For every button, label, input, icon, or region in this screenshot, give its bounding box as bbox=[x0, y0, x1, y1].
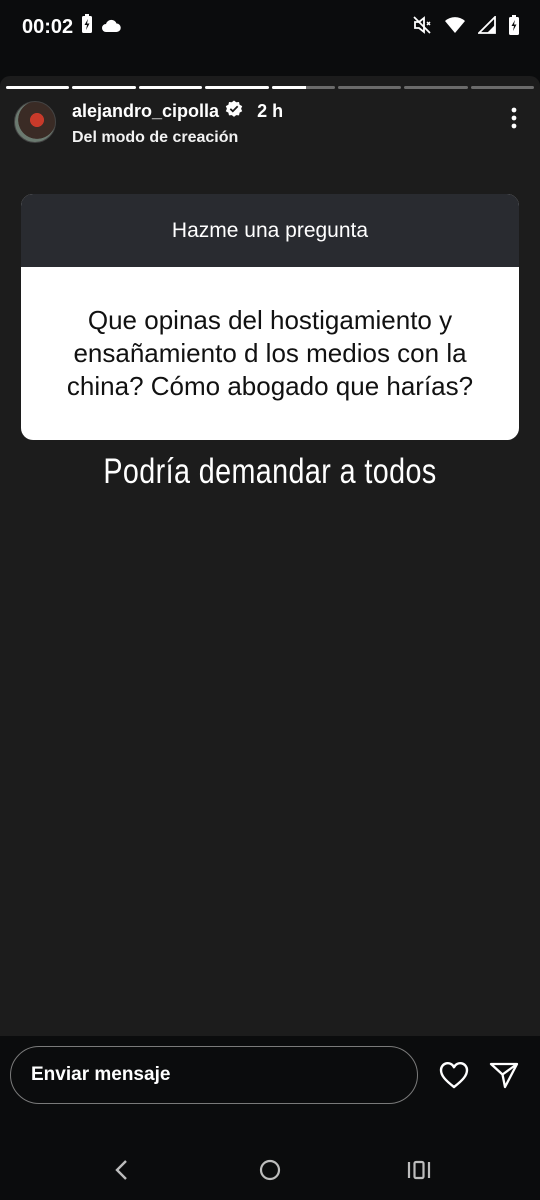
share-button[interactable] bbox=[488, 1060, 520, 1090]
signal-icon bbox=[476, 14, 496, 39]
more-options-button[interactable] bbox=[502, 100, 526, 140]
story-author: alejandro_cipolla 2 h Del modo de creaci… bbox=[72, 100, 283, 147]
story-progress-segment bbox=[271, 86, 335, 89]
battery-icon bbox=[508, 14, 520, 41]
home-button[interactable] bbox=[258, 1158, 282, 1182]
battery-saver-icon bbox=[81, 14, 93, 40]
back-icon bbox=[110, 1160, 132, 1186]
story-header: alejandro_cipolla 2 h Del modo de creaci… bbox=[14, 100, 526, 148]
reply-bar: Enviar mensaje bbox=[0, 1036, 540, 1136]
status-time: 00:02 bbox=[22, 15, 74, 38]
more-vertical-icon bbox=[511, 107, 517, 134]
send-icon bbox=[488, 1062, 520, 1094]
story-progress-segment bbox=[138, 86, 203, 89]
cloud-icon bbox=[101, 16, 121, 39]
question-text: Que opinas del hostigamiento y ensañamie… bbox=[66, 305, 474, 401]
story-progress-segment bbox=[404, 86, 468, 89]
story-progress-segment bbox=[470, 86, 534, 89]
status-bar: 00:02 bbox=[0, 0, 540, 54]
story-subtitle[interactable]: Del modo de creación bbox=[72, 129, 283, 147]
story-viewer[interactable]: alejandro_cipolla 2 h Del modo de creaci… bbox=[0, 76, 540, 1036]
question-sticker-header: Hazme una pregunta bbox=[21, 194, 519, 267]
story-progress-fill bbox=[271, 86, 307, 89]
send-message-placeholder: Enviar mensaje bbox=[31, 1064, 171, 1085]
avatar[interactable] bbox=[14, 101, 56, 143]
username[interactable]: alejandro_cipolla bbox=[72, 101, 219, 122]
story-progress-bar bbox=[6, 86, 534, 89]
back-button[interactable] bbox=[110, 1158, 132, 1182]
story-progress-fill bbox=[72, 86, 136, 89]
answer-text: Podría demandar a todos bbox=[103, 452, 437, 491]
system-nav-bar bbox=[0, 1140, 540, 1200]
story-progress-segment bbox=[72, 86, 136, 89]
story-progress-fill bbox=[205, 86, 269, 89]
status-right bbox=[412, 14, 520, 41]
status-left: 00:02 bbox=[22, 14, 121, 40]
question-sticker: Hazme una pregunta Que opinas del hostig… bbox=[21, 194, 519, 440]
heart-icon bbox=[438, 1062, 470, 1094]
like-button[interactable] bbox=[438, 1060, 470, 1090]
story-time: 2 h bbox=[257, 101, 284, 121]
story-progress-fill bbox=[6, 86, 70, 89]
story-progress-segment bbox=[337, 86, 402, 89]
recents-button[interactable] bbox=[406, 1160, 432, 1180]
recents-icon bbox=[406, 1160, 432, 1184]
story-progress-fill bbox=[138, 86, 203, 89]
mute-icon bbox=[412, 15, 432, 40]
home-icon bbox=[258, 1159, 282, 1186]
story-progress-segment bbox=[205, 86, 269, 89]
author-line: alejandro_cipolla 2 h bbox=[72, 100, 283, 123]
wifi-icon bbox=[444, 16, 466, 39]
send-message-input[interactable]: Enviar mensaje bbox=[10, 1046, 418, 1104]
verified-badge-icon bbox=[225, 100, 243, 123]
story-progress-segment bbox=[6, 86, 70, 89]
